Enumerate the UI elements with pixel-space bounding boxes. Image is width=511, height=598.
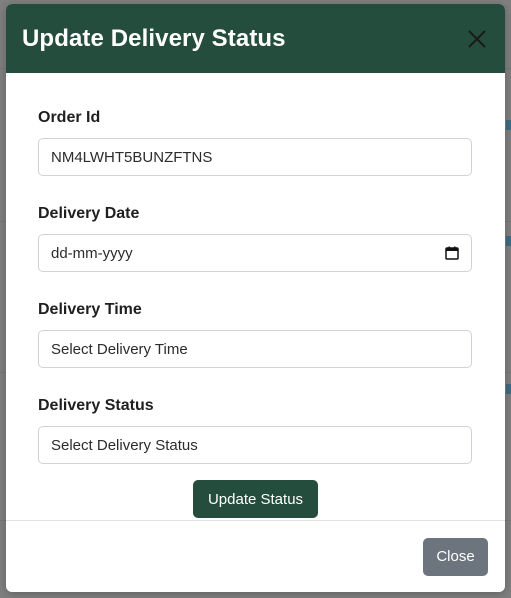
modal-title: Update Delivery Status [22,24,286,52]
submit-row: Update Status [38,480,473,518]
delivery-date-value: dd-mm-yyyy [51,244,133,262]
delivery-status-select[interactable]: Select Delivery Status [38,426,472,464]
delivery-date-label: Delivery Date [38,205,140,222]
modal-footer: Close [6,520,505,592]
backdrop-edge-mark [506,236,511,246]
delivery-time-label: Delivery Time [38,301,142,318]
update-status-button[interactable]: Update Status [193,480,318,518]
delivery-status-value: Select Delivery Status [51,436,198,454]
modal-body: Order Id NM4LWHT5BUNZFTNS Delivery Date … [6,73,505,518]
close-button[interactable]: Close [423,537,488,576]
backdrop-edge-mark [506,120,511,130]
delivery-date-input[interactable]: dd-mm-yyyy [38,234,472,272]
delivery-time-select[interactable]: Select Delivery Time [38,330,472,368]
order-id-label: Order Id [38,109,101,126]
update-delivery-modal: Update Delivery Status Order Id NM4LWHT5… [6,4,505,592]
close-icon[interactable] [465,27,489,51]
backdrop-edge-mark [506,384,511,394]
order-id-value: NM4LWHT5BUNZFTNS [51,148,213,166]
order-id-input[interactable]: NM4LWHT5BUNZFTNS [38,138,472,176]
modal-header: Update Delivery Status [6,4,505,73]
calendar-icon[interactable] [445,246,459,260]
delivery-status-label: Delivery Status [38,397,154,414]
delivery-time-value: Select Delivery Time [51,340,188,358]
